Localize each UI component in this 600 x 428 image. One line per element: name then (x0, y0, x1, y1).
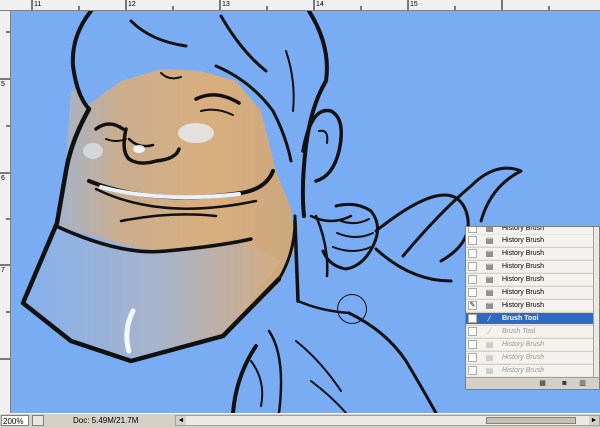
history-source-box[interactable] (468, 314, 477, 323)
history-item-label: History Brush (502, 289, 545, 296)
history-item[interactable]: ▤ History Brush (466, 226, 593, 235)
history-source-box[interactable] (468, 262, 477, 271)
history-brush-icon: ▤ (485, 340, 494, 349)
history-panel: ▤ History Brush ▤ History Brush ▤ Histor… (465, 226, 600, 390)
history-item-label: Brush Tool (502, 328, 536, 335)
history-brush-icon: ▤ (485, 226, 494, 233)
history-item[interactable]: ▤ History Brush (466, 339, 593, 351)
history-footer: ▦ ◙ ▥ (466, 377, 599, 389)
brush-icon: ∕ (488, 327, 491, 336)
history-source-box[interactable] (468, 275, 477, 284)
history-brush-icon: ▤ (485, 275, 494, 284)
ruler-left: 5 6 7 (0, 11, 11, 413)
history-source-box[interactable]: ✎ (468, 301, 477, 310)
history-source-box[interactable] (468, 340, 477, 349)
history-brush-icon: ▤ (485, 288, 494, 297)
history-source-box[interactable] (468, 249, 477, 258)
history-item[interactable]: ✎ ▤ History Brush (466, 300, 593, 312)
history-item-label: History Brush (502, 302, 545, 309)
history-item[interactable]: ▤ History Brush (466, 235, 593, 247)
history-source-box[interactable] (468, 366, 477, 375)
history-item-selected[interactable]: ∕ Brush Tool (466, 313, 593, 325)
history-source-box[interactable] (468, 353, 477, 362)
history-item-label: History Brush (502, 263, 545, 270)
history-item[interactable]: ▤ History Brush (466, 248, 593, 260)
history-item-label: Brush Tool (502, 315, 539, 322)
shirt (226, 301, 441, 413)
history-item-label: History Brush (502, 276, 545, 283)
history-source-box[interactable] (468, 288, 477, 297)
history-source-box[interactable] (468, 327, 477, 336)
status-bar: 200% Doc: 5.49M/21.7M ◄ ► (0, 413, 600, 428)
history-brush-icon: ▤ (485, 353, 494, 362)
trash-icon[interactable]: ▥ (578, 380, 587, 388)
doc-info: Doc: 5.49M/21.7M (73, 416, 139, 425)
history-item[interactable]: ▤ History Brush (466, 287, 593, 299)
zoom-field[interactable]: 200% (1, 415, 29, 426)
camera-icon[interactable]: ◙ (560, 380, 569, 388)
ruler-top-ticks (31, 0, 550, 10)
history-brush-icon: ▤ (485, 366, 494, 375)
scroll-thumb[interactable] (486, 417, 576, 424)
history-item[interactable]: ∕ Brush Tool (466, 326, 593, 338)
history-item-label: History Brush (502, 226, 545, 232)
history-item[interactable]: ▤ History Brush (466, 352, 593, 364)
status-menu-button[interactable] (32, 415, 44, 426)
history-brush-icon: ▤ (485, 301, 494, 310)
history-item-label: History Brush (502, 341, 545, 348)
history-scrollbar[interactable] (593, 227, 599, 377)
history-item-label: History Brush (502, 237, 545, 244)
history-brush-icon: ▤ (485, 262, 494, 271)
new-document-icon[interactable]: ▦ (538, 380, 547, 388)
history-item-label: History Brush (502, 250, 545, 257)
history-brush-icon: ▤ (485, 249, 494, 258)
history-item[interactable]: ▤ History Brush (466, 274, 593, 286)
history-item[interactable]: ▤ History Brush (466, 365, 593, 377)
scroll-left-icon[interactable]: ◄ (176, 416, 186, 425)
history-source-box[interactable] (468, 236, 477, 245)
history-item-label: History Brush (502, 354, 545, 361)
ruler-left-ticks (0, 31, 10, 360)
history-item-label: History Brush (502, 367, 545, 374)
horizontal-scrollbar[interactable]: ◄ ► (175, 415, 600, 426)
ruler-top: 11 12 13 14 15 (0, 0, 600, 11)
history-source-box[interactable] (468, 227, 477, 233)
brush-cursor (337, 294, 367, 324)
history-item[interactable]: ▤ History Brush (466, 261, 593, 273)
history-brush-icon: ▤ (485, 236, 494, 245)
scroll-right-icon[interactable]: ► (589, 416, 599, 425)
brush-icon: ∕ (488, 314, 491, 323)
